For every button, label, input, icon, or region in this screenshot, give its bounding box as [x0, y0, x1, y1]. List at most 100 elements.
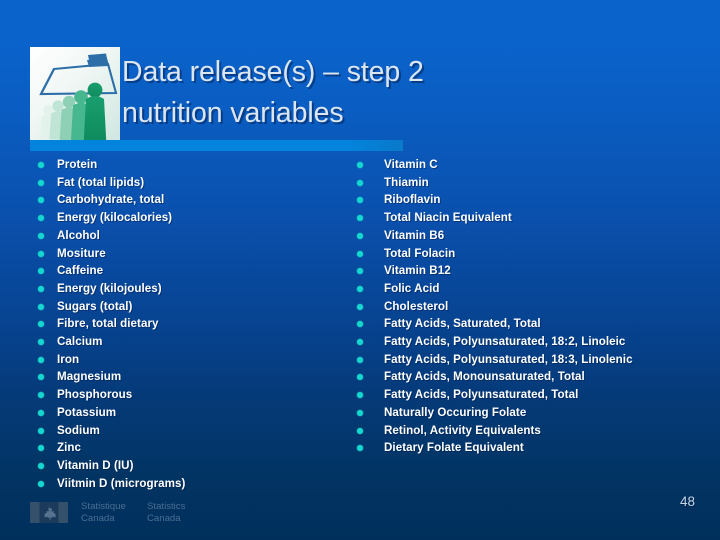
list-item: Fatty Acids, Polyunsaturated, Total: [357, 387, 707, 404]
bullet-icon: [357, 192, 384, 204]
list-item-label: Potassium: [57, 405, 117, 419]
list-item-label: Phosphorous: [57, 388, 133, 402]
bullet-icon: [357, 210, 384, 222]
list-item-label: Vitamin B6: [384, 228, 445, 242]
bullet-icon: [357, 157, 384, 168]
bullet-icon: [38, 246, 57, 257]
bullet-icon: [38, 334, 57, 346]
list-item-label: Naturally Occuring Folate: [384, 405, 527, 419]
bullet-icon: [357, 316, 384, 328]
list-item: Protein: [38, 157, 338, 174]
list-item-label: Mositure: [57, 246, 106, 260]
page-title-line-2: nutrition variables: [122, 97, 344, 129]
list-item: Thiamin: [357, 175, 707, 192]
list-item-label: Sugars (total): [57, 299, 133, 313]
list-item: Fat (total lipids): [38, 175, 338, 192]
statistics-canada-people-logo: [30, 47, 120, 140]
list-item-label: Fatty Acids, Saturated, Total: [384, 317, 541, 331]
list-item-label: Protein: [57, 158, 98, 171]
list-item: Caffeine: [38, 263, 338, 280]
page-title: Data release(s) – step 2 nutrition varia…: [122, 52, 682, 134]
agency-name-fr-line-2: Canada: [81, 512, 115, 524]
bullet-icon: [357, 369, 384, 381]
list-item: Total Niacin Equivalent: [357, 210, 707, 227]
list-item: Sugars (total): [38, 299, 338, 316]
agency-names: Statistique Canada Statistics Canada: [81, 501, 213, 524]
list-item: Energy (kilojoules): [38, 281, 338, 298]
list-item-label: Iron: [57, 352, 80, 366]
list-item: Sodium: [38, 423, 338, 440]
list-item: Riboflavin: [357, 192, 707, 209]
page-title-line-1: Data release(s) – step 2: [122, 56, 424, 88]
list-item: Magnesium: [38, 369, 338, 386]
list-item-label: Thiamin: [384, 175, 429, 189]
bullet-icon: [38, 228, 57, 239]
list-item-label: Folic Acid: [384, 281, 440, 295]
bullet-icon: [357, 387, 384, 399]
list-item-label: Fatty Acids, Monounsaturated, Total: [384, 370, 585, 384]
list-item: Retinol, Activity Equivalents: [357, 423, 707, 440]
bullet-icon: [38, 157, 57, 168]
list-item: Naturally Occuring Folate: [357, 405, 707, 422]
list-item: Total Folacin: [357, 246, 707, 263]
bullet-icon: [357, 228, 384, 239]
bullet-icon: [38, 281, 57, 292]
list-item: Viitmin D (micrograms): [38, 476, 338, 493]
list-item-label: Total Niacin Equivalent: [384, 211, 512, 225]
bullet-icon: [357, 334, 384, 346]
list-item-label: Calcium: [57, 335, 103, 349]
bullet-icon: [357, 263, 384, 275]
canada-flag-icon: [30, 502, 68, 523]
list-item: Fatty Acids, Monounsaturated, Total: [357, 369, 707, 386]
list-item: Fatty Acids, Polyunsaturated, 18:3, Lino…: [357, 352, 707, 369]
list-item-label: Fatty Acids, Polyunsaturated, Total: [384, 388, 579, 402]
bullet-icon: [38, 316, 57, 328]
page-number: 48: [679, 494, 695, 509]
agency-name-en-line-2: Canada: [147, 512, 181, 524]
list-item: Phosphorous: [38, 387, 338, 404]
statistics-canada-wordmark: Statistique Canada Statistics Canada: [30, 501, 213, 524]
list-item-label: Riboflavin: [384, 193, 441, 207]
list-item: Iron: [38, 352, 338, 369]
list-item: Fibre, total dietary: [38, 316, 338, 333]
list-item: Vitamin B12: [357, 263, 707, 280]
slide: Data release(s) – step 2 nutrition varia…: [0, 0, 720, 540]
bullet-icon: [38, 387, 57, 399]
list-item-label: Caffeine: [57, 264, 104, 278]
list-item: Vitamin D (IU): [38, 458, 338, 475]
list-item: Alcohol: [38, 228, 338, 245]
list-item-label: Fat (total lipids): [57, 175, 145, 189]
agency-name-en-line-1: Statistics: [147, 501, 186, 512]
list-item-label: Zinc: [57, 441, 82, 455]
bullet-icon: [38, 192, 57, 204]
bullet-icon: [357, 299, 384, 310]
list-item: Calcium: [38, 334, 338, 351]
bullet-icon: [38, 369, 57, 381]
list-item: Carbohydrate, total: [38, 192, 338, 209]
bullet-icon: [38, 263, 57, 275]
list-item: Cholesterol: [357, 299, 707, 316]
list-item-label: Alcohol: [57, 228, 100, 242]
list-item-label: Vitamin D (IU): [57, 458, 134, 472]
list-item-label: Fatty Acids, Polyunsaturated, 18:3, Lino…: [384, 352, 633, 366]
list-item: Vitamin B6: [357, 228, 707, 245]
title-accent-bar: [30, 140, 403, 151]
bullet-icon: [38, 458, 57, 469]
bullet-icon: [38, 476, 57, 487]
slide-header: Data release(s) – step 2 nutrition varia…: [0, 0, 720, 152]
bullet-icon: [357, 281, 384, 292]
list-item-label: Vitamin C: [384, 158, 438, 171]
list-item: Zinc: [38, 440, 338, 457]
nutrition-variables-column-left: Protein Fat (total lipids) Carbohydrate,…: [38, 157, 338, 493]
agency-name-fr: Statistique Canada: [81, 501, 147, 524]
list-item: Energy (kilocalories): [38, 210, 338, 227]
list-item: Folic Acid: [357, 281, 707, 298]
list-item-label: Energy (kilocalories): [57, 211, 173, 225]
list-item-label: Energy (kilojoules): [57, 281, 162, 295]
bullet-icon: [38, 210, 57, 222]
bullet-icon: [357, 175, 384, 186]
bullet-icon: [38, 440, 57, 452]
list-item-label: Dietary Folate Equivalent: [384, 441, 524, 455]
list-item: Potassium: [38, 405, 338, 422]
list-item-label: Carbohydrate, total: [57, 193, 165, 207]
